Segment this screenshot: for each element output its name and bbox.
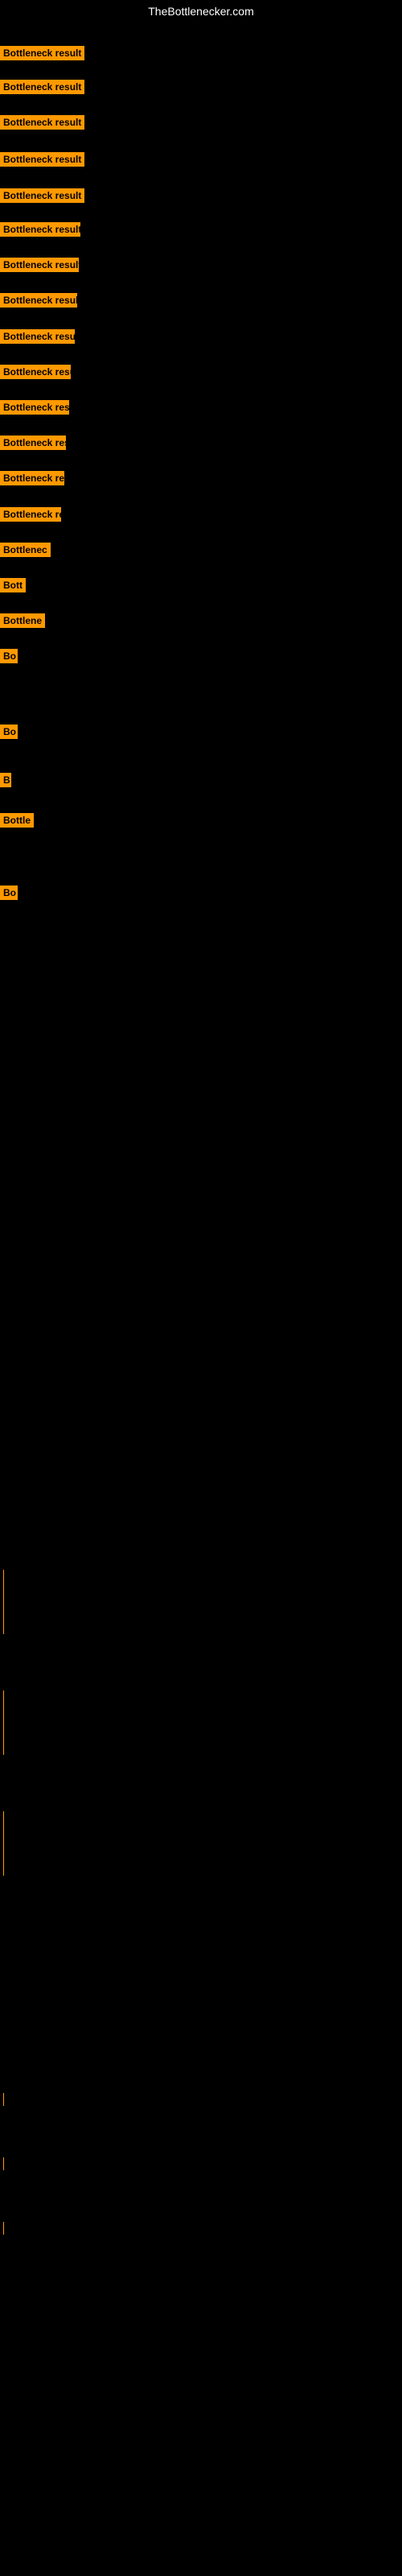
bottleneck-badge-container: Bottlene: [0, 613, 45, 632]
bottleneck-badge-container: Bo: [0, 649, 18, 667]
vertical-line: [3, 2157, 4, 2170]
bottleneck-badge-container: Bottleneck result: [0, 188, 84, 207]
bottleneck-badge-container: Bottleneck result: [0, 46, 84, 64]
vertical-line: [3, 2093, 4, 2106]
bottleneck-badge[interactable]: Bottleneck res: [0, 436, 66, 450]
bottleneck-badge[interactable]: Bottleneck resu: [0, 400, 69, 415]
bottleneck-badge[interactable]: Bottle: [0, 813, 34, 828]
vertical-line: [3, 2222, 4, 2235]
bottleneck-badge-container: Bottleneck result: [0, 329, 75, 348]
bottleneck-badge-container: Bottle: [0, 813, 34, 832]
bottleneck-badge-container: Bottleneck result: [0, 80, 84, 98]
bottleneck-badge[interactable]: Bottleneck resu: [0, 365, 71, 379]
bottleneck-badge-container: Bottleneck resu: [0, 365, 71, 383]
site-title: TheBottlenecker.com: [0, 0, 402, 23]
bottleneck-badge-container: Bottleneck result: [0, 258, 79, 276]
bottleneck-badge[interactable]: Bottleneck result: [0, 80, 84, 94]
bottleneck-badge-container: Bottleneck result: [0, 152, 84, 171]
bottleneck-badge-container: Bottleneck res: [0, 436, 66, 454]
bottleneck-badge[interactable]: Bott: [0, 578, 26, 592]
bottleneck-badge[interactable]: Bo: [0, 886, 18, 900]
bottleneck-badge-container: Bott: [0, 578, 26, 597]
bottleneck-badge[interactable]: Bottlenec: [0, 543, 51, 557]
bottleneck-badge-container: Bottleneck result: [0, 222, 80, 241]
vertical-line: [3, 1811, 4, 1876]
bottleneck-badge[interactable]: Bottleneck result: [0, 152, 84, 167]
bottleneck-badge[interactable]: Bottleneck result: [0, 258, 79, 272]
bottleneck-badge-container: Bottleneck res: [0, 471, 64, 489]
bottleneck-badge[interactable]: Bottleneck result: [0, 293, 77, 308]
bottleneck-badge-container: Bo: [0, 886, 18, 904]
bottleneck-badge[interactable]: Bottleneck result: [0, 46, 84, 60]
bottleneck-badge-container: Bottleneck result: [0, 115, 84, 134]
bottleneck-badge[interactable]: Bo: [0, 724, 18, 739]
bottleneck-badge-container: B: [0, 773, 11, 791]
bottleneck-badge-container: Bottleneck result: [0, 293, 77, 312]
bottleneck-badge[interactable]: Bottleneck result: [0, 329, 75, 344]
bottleneck-badge[interactable]: Bottleneck result: [0, 222, 80, 237]
vertical-line: [3, 1690, 4, 1755]
bottleneck-badge[interactable]: Bottlene: [0, 613, 45, 628]
bottleneck-badge-container: Bo: [0, 724, 18, 743]
bottleneck-badge[interactable]: Bottleneck result: [0, 115, 84, 130]
bottleneck-badge[interactable]: Bottleneck res: [0, 471, 64, 485]
bottleneck-badge[interactable]: Bottleneck re: [0, 507, 61, 522]
bottleneck-badge-container: Bottleneck re: [0, 507, 61, 526]
vertical-line: [3, 1570, 4, 1634]
bottleneck-badge[interactable]: Bottleneck result: [0, 188, 84, 203]
bottleneck-badge[interactable]: Bo: [0, 649, 18, 663]
bottleneck-badge[interactable]: B: [0, 773, 11, 787]
bottleneck-badge-container: Bottlenec: [0, 543, 51, 561]
bottleneck-badge-container: Bottleneck resu: [0, 400, 69, 419]
